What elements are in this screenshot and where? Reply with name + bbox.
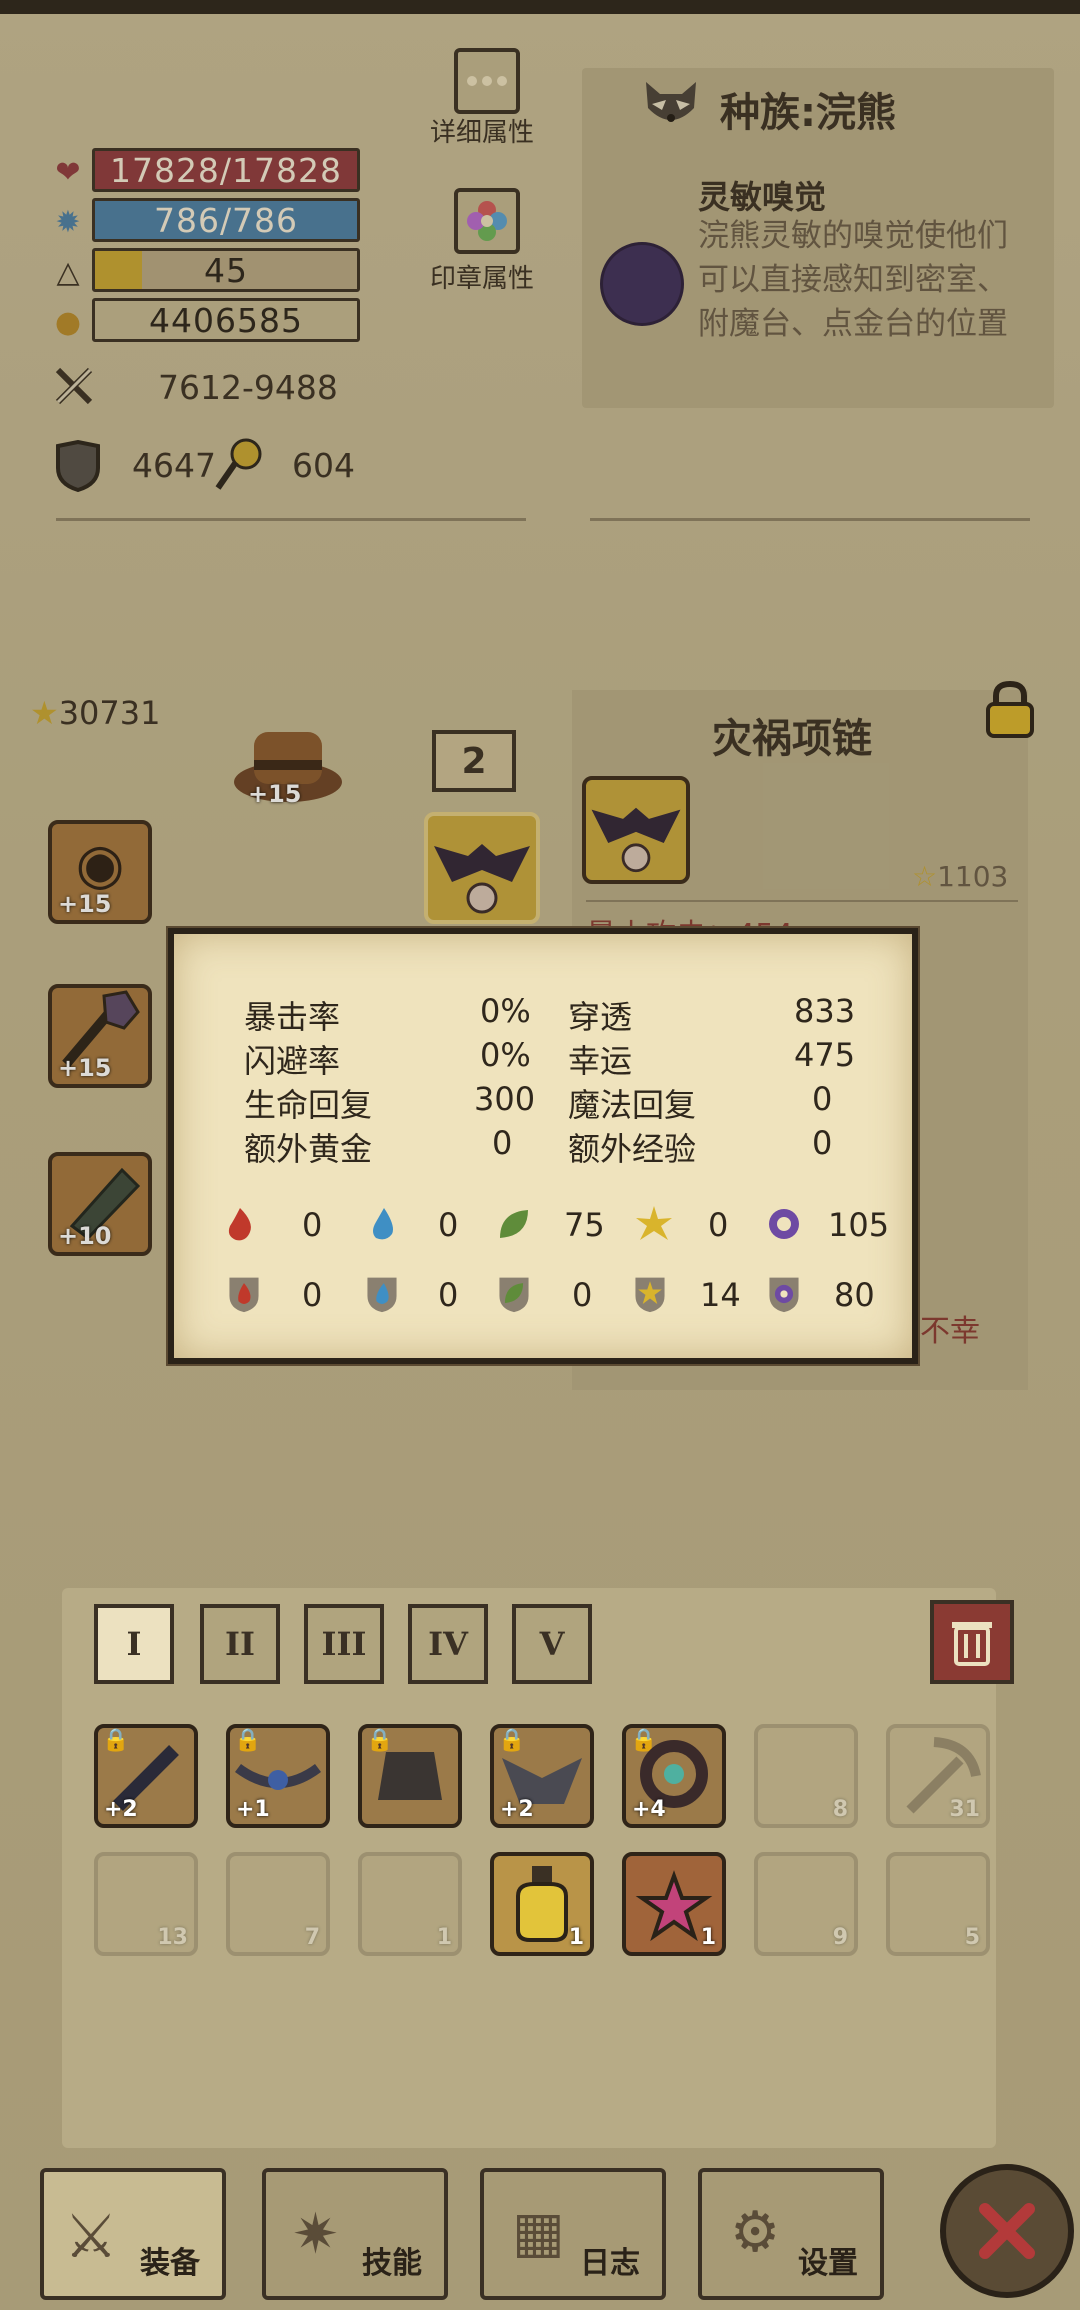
inventory-tab-label: I: [126, 1625, 142, 1663]
inventory-item-count: 1: [700, 1925, 716, 1950]
inventory-item[interactable]: 🔒 +1: [226, 1724, 330, 1828]
inventory-item-count: 31: [949, 1797, 980, 1822]
water-attack-value: 0: [438, 1206, 459, 1244]
inventory-item[interactable]: 1: [358, 1852, 462, 1956]
nav-settings-button[interactable]: ⚙ 设置: [698, 2168, 884, 2300]
popup-stat-value: 0: [812, 1080, 833, 1118]
equip-icon: ⚔: [64, 2202, 118, 2272]
inventory-item-count: 7: [304, 1925, 320, 1950]
inventory-item-plus: +4: [632, 1797, 666, 1822]
inventory-item[interactable]: 🔒: [358, 1724, 462, 1828]
water-defense-icon: [367, 1277, 397, 1313]
trash-icon: [952, 1622, 992, 1666]
inventory-tab-label: IV: [428, 1625, 468, 1663]
popup-stat-value: 0%: [480, 992, 531, 1030]
inventory-item-count: 1: [568, 1925, 584, 1950]
popup-stat-value: 475: [794, 1036, 856, 1074]
nature-attack-value: 75: [564, 1206, 605, 1244]
inventory-item[interactable]: 13: [94, 1852, 198, 1956]
gear-icon: ⚙: [730, 2200, 781, 2265]
dark-attack-icon: [769, 1209, 799, 1239]
light-defense-icon: [635, 1277, 665, 1313]
armor-icon: [378, 1752, 442, 1800]
inventory-item-plus: +2: [104, 1797, 138, 1822]
inventory-tab-label: V: [539, 1625, 565, 1663]
fire-defense-value: 0: [302, 1276, 323, 1314]
popup-stat-value: 833: [794, 992, 856, 1030]
inventory-item[interactable]: 5: [886, 1852, 990, 1956]
water-attack-icon: [373, 1208, 393, 1240]
inventory-item-plus: +1: [236, 1797, 270, 1822]
inventory-item-count: 13: [157, 1925, 188, 1950]
inventory-item[interactable]: 7: [226, 1852, 330, 1956]
popup-stat-label: 暴击率: [244, 998, 341, 1036]
nav-settings-label: 设置: [798, 2246, 858, 2281]
nature-attack-icon: [500, 1210, 528, 1238]
popup-stat-label: 额外黄金: [244, 1130, 373, 1168]
inventory-item-count: 5: [964, 1925, 980, 1950]
inventory-tab-label: III: [321, 1625, 367, 1663]
trash-button[interactable]: [930, 1600, 1014, 1684]
inventory-tab-3[interactable]: III: [304, 1604, 384, 1684]
light-defense-value: 14: [700, 1276, 741, 1314]
popup-stat-label: 生命回复: [244, 1086, 373, 1124]
light-attack-icon: [636, 1206, 672, 1240]
popup-stat-label: 幸运: [568, 1042, 633, 1080]
skills-icon: ✷: [292, 2202, 339, 2267]
popup-stat-value: 300: [474, 1080, 536, 1118]
inventory-item[interactable]: 🔒 +4: [622, 1724, 726, 1828]
water-defense-value: 0: [438, 1276, 459, 1314]
inventory-item[interactable]: 9: [754, 1852, 858, 1956]
inventory-item[interactable]: 8: [754, 1724, 858, 1828]
nature-defense-icon: [499, 1277, 529, 1313]
popup-stat-label: 闪避率: [244, 1042, 341, 1080]
popup-stat-value: 0%: [480, 1036, 531, 1074]
inventory-item-count: 9: [832, 1925, 848, 1950]
fire-attack-value: 0: [302, 1206, 323, 1244]
inventory-item-count: 8: [832, 1797, 848, 1822]
inventory-tab-label: II: [225, 1625, 255, 1663]
dark-defense-icon: [769, 1277, 799, 1313]
nav-log-label: 日志: [580, 2246, 640, 2281]
dark-attack-value: 105: [828, 1206, 890, 1244]
popup-stat-value: 0: [492, 1124, 513, 1162]
inventory-item[interactable]: 🔒 +2: [94, 1724, 198, 1828]
light-attack-value: 0: [708, 1206, 729, 1244]
inventory-item-plus: +2: [500, 1797, 534, 1822]
inventory-item[interactable]: 🔒 +2: [490, 1724, 594, 1828]
inventory-item[interactable]: 1: [490, 1852, 594, 1956]
nav-skills-button[interactable]: ✷ 技能: [262, 2168, 448, 2300]
fire-defense-icon: [229, 1277, 259, 1313]
inventory-tab-4[interactable]: IV: [408, 1604, 488, 1684]
log-icon: ▦: [512, 2200, 565, 2265]
popup-stat-label: 魔法回复: [568, 1086, 697, 1124]
inventory-item-count: 1: [436, 1925, 452, 1950]
popup-stat-label: 额外经验: [568, 1130, 697, 1168]
dark-defense-value: 80: [834, 1276, 875, 1314]
inventory-tab-1[interactable]: I: [94, 1604, 174, 1684]
inventory-item[interactable]: 31: [886, 1724, 990, 1828]
inventory-tab-2[interactable]: II: [200, 1604, 280, 1684]
close-button[interactable]: [940, 2164, 1074, 2298]
popup-stat-label: 穿透: [568, 998, 633, 1036]
fire-attack-icon: [228, 1208, 251, 1241]
nav-log-button[interactable]: ▦ 日志: [480, 2168, 666, 2300]
nav-equip-button[interactable]: ⚔ 装备: [40, 2168, 226, 2300]
inventory-tab-5[interactable]: V: [512, 1604, 592, 1684]
inventory-item[interactable]: 1: [622, 1852, 726, 1956]
popup-stat-value: 0: [812, 1124, 833, 1162]
close-icon: [979, 2203, 1035, 2259]
nav-skills-label: 技能: [362, 2246, 422, 2281]
nature-defense-value: 0: [572, 1276, 593, 1314]
nav-equip-label: 装备: [140, 2246, 200, 2281]
